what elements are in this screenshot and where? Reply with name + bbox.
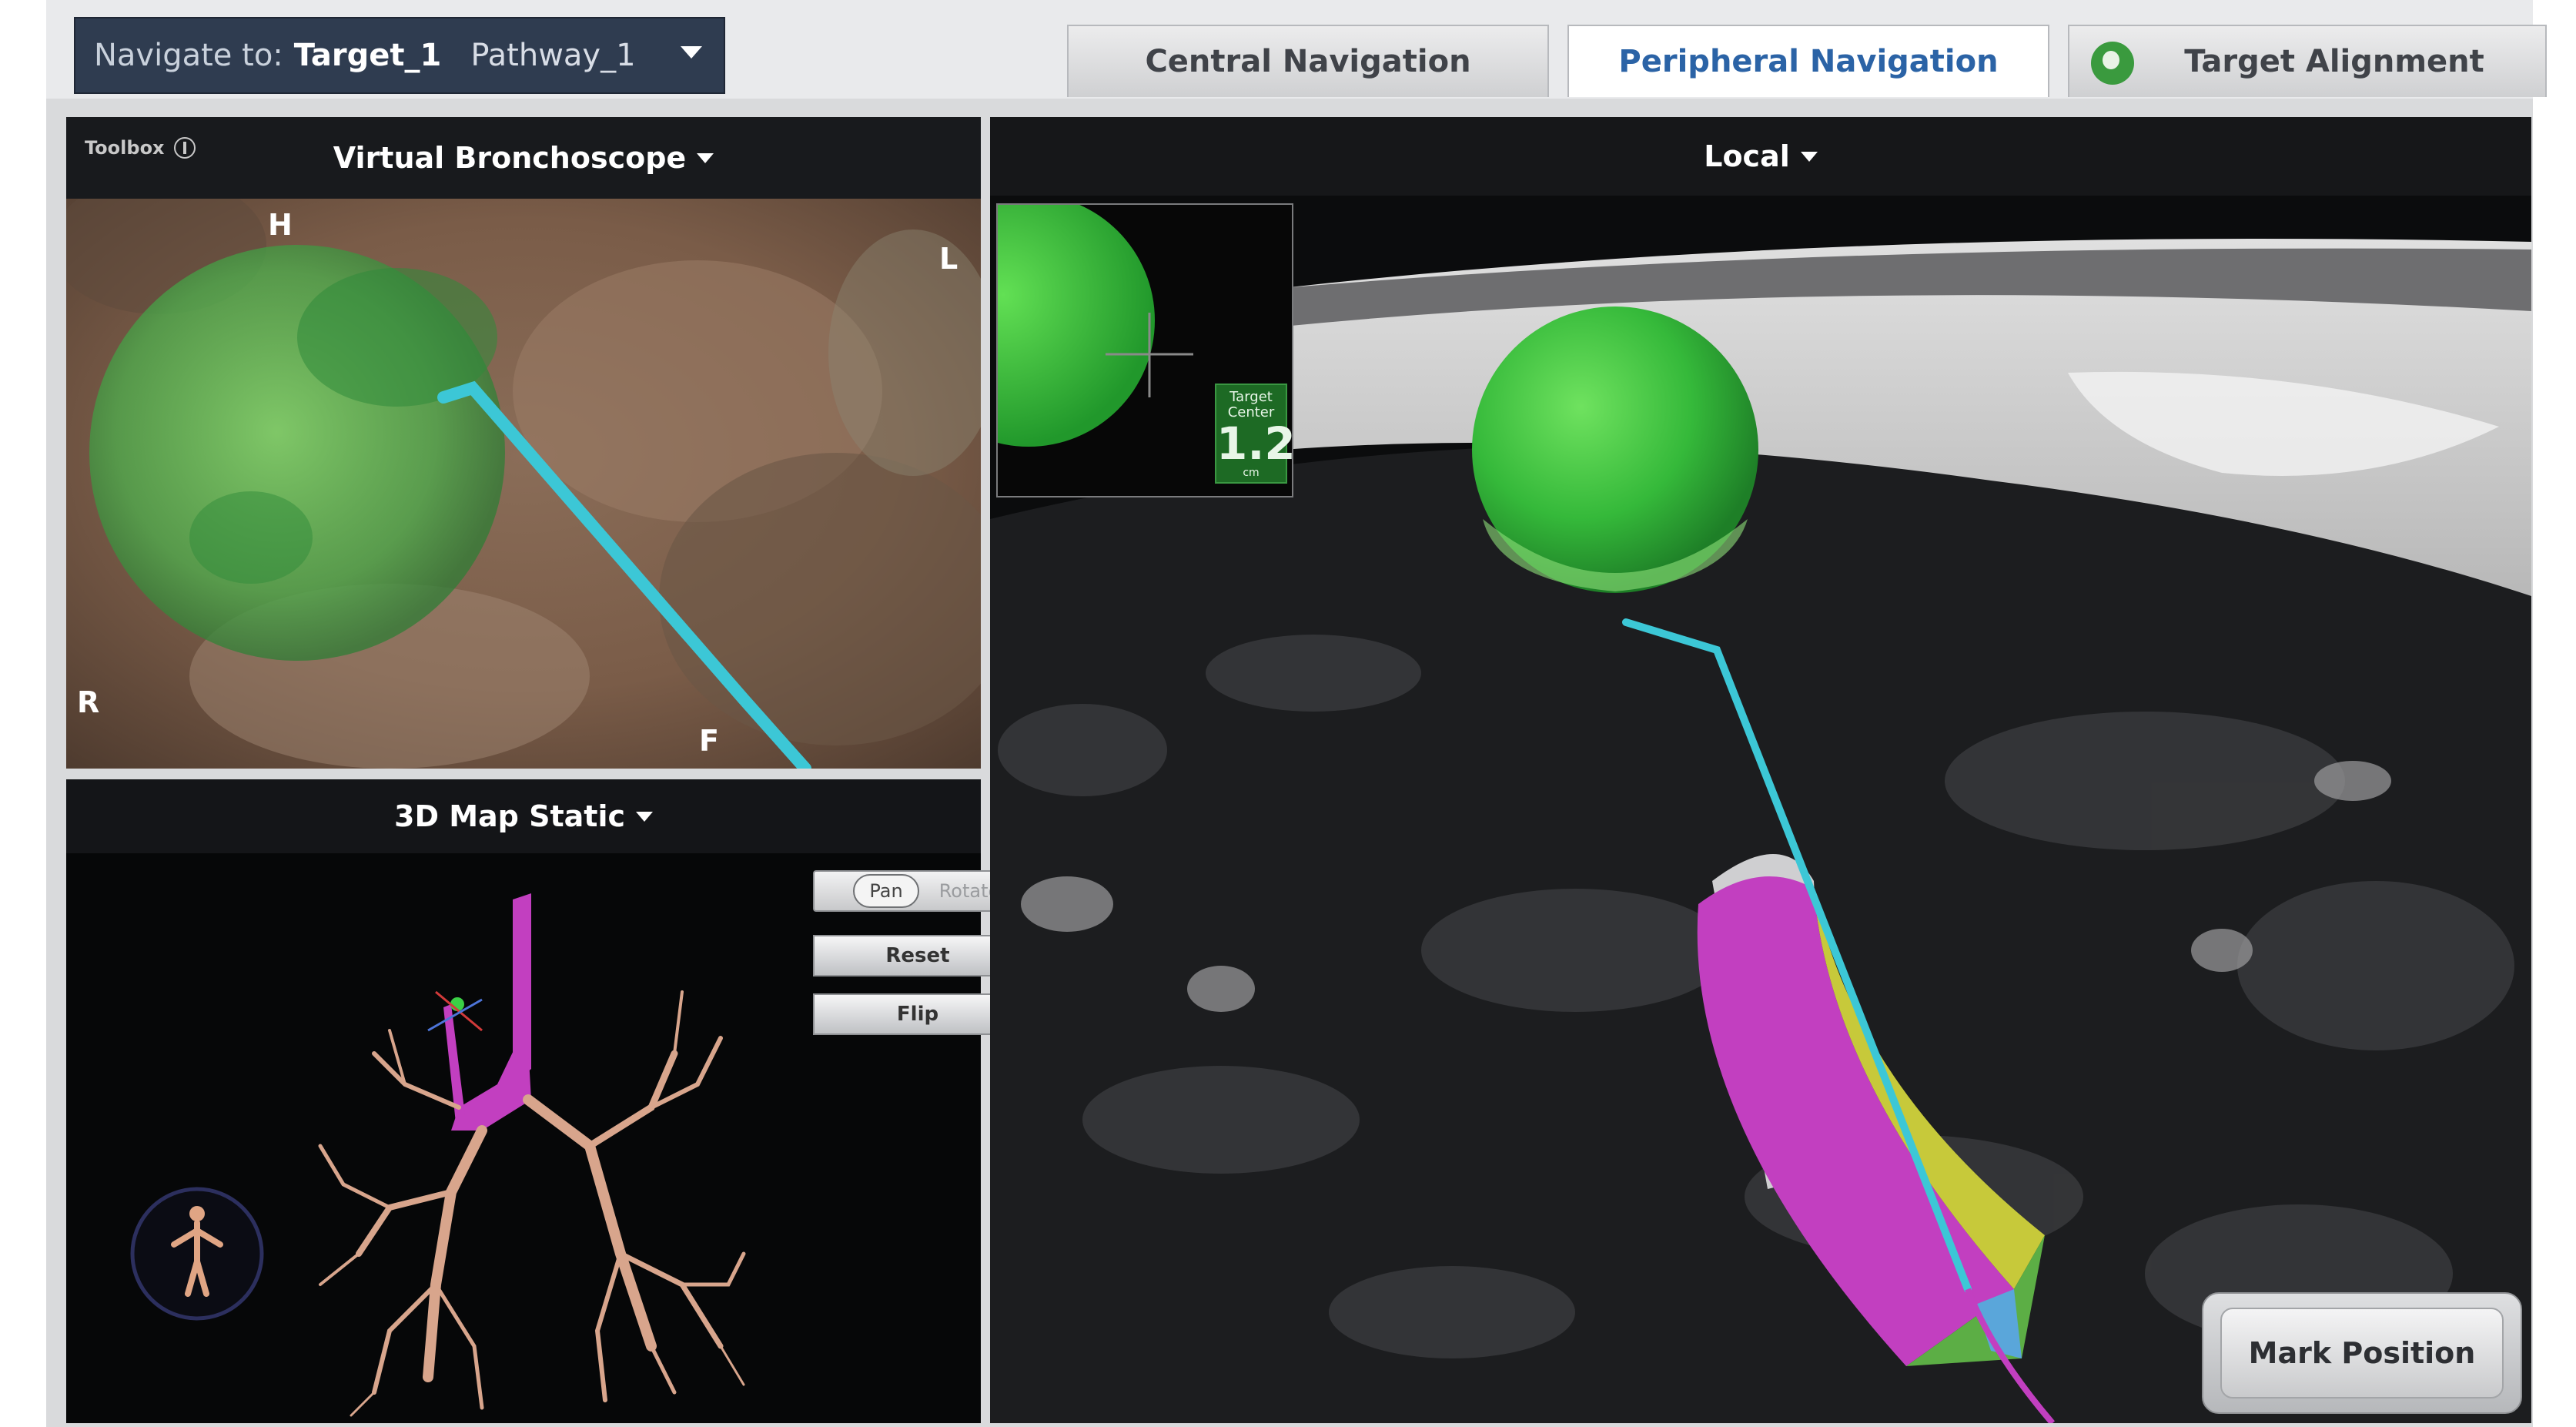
orientation-foot-label: F bbox=[699, 724, 719, 758]
chevron-down-icon[interactable] bbox=[697, 152, 714, 163]
virtual-bronchoscope-title[interactable]: Virtual Bronchoscope bbox=[333, 141, 686, 175]
navigate-target-select[interactable]: Navigate to: Target_1 Pathway_1 bbox=[74, 17, 725, 94]
tab-label: Central Navigation bbox=[1145, 44, 1471, 79]
tab-central-navigation[interactable]: Central Navigation bbox=[1067, 25, 1549, 97]
chevron-down-icon[interactable] bbox=[1800, 151, 1818, 162]
mark-position-label: Mark Position bbox=[2220, 1308, 2504, 1399]
mark-position-button[interactable]: Mark Position bbox=[2202, 1292, 2522, 1414]
toolbox-label: Toolbox bbox=[85, 137, 165, 159]
3d-map-header: 3D Map Static bbox=[66, 779, 981, 853]
navigate-label: Navigate to: bbox=[94, 38, 283, 73]
target-alignment-icon bbox=[2091, 42, 2134, 85]
navigate-target-value: Target_1 bbox=[293, 38, 442, 73]
local-title[interactable]: Local bbox=[1704, 139, 1790, 173]
tab-label: Target Alignment bbox=[2184, 44, 2484, 79]
target-center-inset: Target Center 1.2 cm bbox=[996, 203, 1293, 497]
orientation-head-label: H bbox=[268, 208, 293, 242]
tab-target-alignment[interactable]: Target Alignment bbox=[2068, 25, 2547, 97]
toolbox-toggle[interactable]: Toolbox bbox=[85, 137, 196, 159]
bronchial-tree bbox=[318, 990, 746, 1417]
3d-map-title[interactable]: 3D Map Static bbox=[394, 799, 625, 833]
pan-option[interactable]: Pan bbox=[853, 874, 919, 908]
target-center-readout: Target Center 1.2 cm bbox=[1215, 384, 1293, 484]
virtual-bronchoscope-header: Virtual Bronchoscope bbox=[66, 117, 981, 199]
virtual-bronchoscope-panel: Virtual Bronchoscope Toolbox H L R F bbox=[66, 117, 981, 769]
orientation-right-label: R bbox=[77, 685, 100, 719]
sphere-shading bbox=[189, 491, 313, 584]
target-sphere-inset bbox=[998, 205, 1155, 447]
add-icon bbox=[173, 137, 196, 159]
3d-map-panel: 3D Map Static Pan Rotate Reset Flip bbox=[66, 779, 1022, 1423]
chevron-down-icon bbox=[681, 46, 702, 59]
chevron-down-icon[interactable] bbox=[636, 811, 653, 822]
tab-label: Peripheral Navigation bbox=[1618, 44, 1999, 79]
highlighted-route bbox=[451, 1046, 531, 1131]
local-view-panel: Local Target Center 1.2 cm Mark Position bbox=[990, 117, 2531, 1423]
body-figure bbox=[189, 1206, 205, 1221]
tab-peripheral-navigation[interactable]: Peripheral Navigation bbox=[1567, 25, 2049, 97]
target-center-value: 1.2 bbox=[1216, 417, 1293, 470]
airway-tree-map[interactable] bbox=[66, 853, 805, 1423]
navigate-pathway-value: Pathway_1 bbox=[470, 38, 636, 73]
local-header: Local bbox=[990, 117, 2531, 196]
target-center-label: Target Center bbox=[1227, 389, 1275, 420]
bronchoscope-view[interactable] bbox=[66, 199, 981, 769]
orientation-left-label: L bbox=[939, 242, 958, 276]
